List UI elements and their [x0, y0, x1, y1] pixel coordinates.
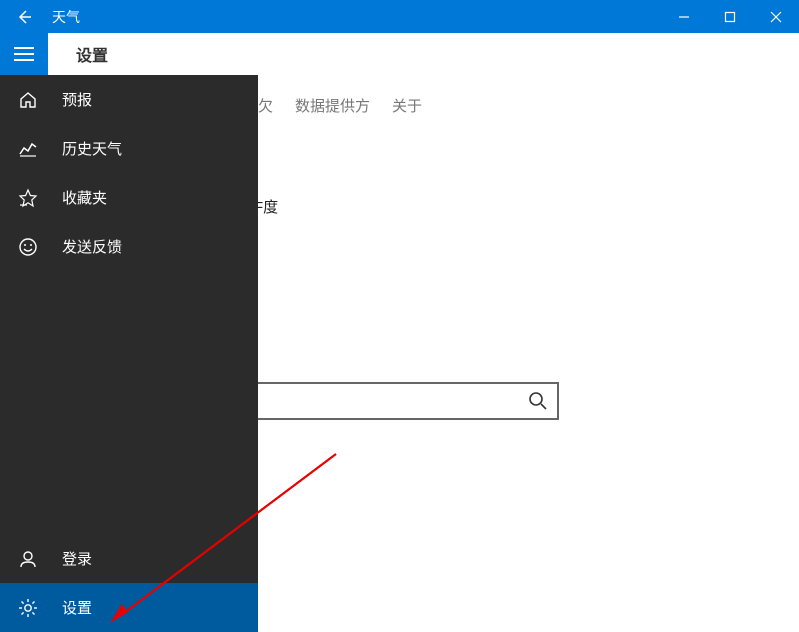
tab-fragment[interactable]: 欠	[258, 93, 273, 118]
sidebar-item-label: 发送反馈	[62, 236, 122, 257]
star-icon	[16, 186, 40, 210]
subheader: 设置	[0, 33, 799, 75]
sidebar-item-label: 设置	[62, 597, 92, 618]
chart-icon	[16, 137, 40, 161]
app-title: 天气	[52, 7, 80, 27]
titlebar: 天气	[0, 0, 799, 33]
page-title: 设置	[76, 42, 108, 66]
sidebar-item-settings[interactable]: 设置	[0, 583, 258, 632]
minimize-button[interactable]	[661, 0, 707, 33]
smile-icon	[16, 235, 40, 259]
tab-provider[interactable]: 数据提供方	[295, 93, 370, 118]
close-button[interactable]	[753, 0, 799, 33]
sidebar-item-forecast[interactable]: 预报	[0, 75, 258, 124]
hamburger-icon	[14, 47, 34, 61]
user-icon	[16, 547, 40, 571]
maximize-icon	[724, 11, 736, 23]
home-icon	[16, 88, 40, 112]
tab-about[interactable]: 关于	[392, 93, 422, 118]
sidebar-item-label: 收藏夹	[62, 187, 107, 208]
sidebar: 预报 历史天气 收藏夹 发送反馈 登录	[0, 75, 258, 632]
content-area: 常规 欠 数据提供方 关于 F度 预报	[0, 75, 799, 632]
sidebar-item-signin[interactable]: 登录	[0, 534, 258, 583]
gear-icon	[16, 596, 40, 620]
back-button[interactable]	[0, 0, 48, 33]
minimize-icon	[678, 11, 690, 23]
search-box[interactable]	[254, 382, 559, 420]
sidebar-item-label: 预报	[62, 89, 92, 110]
close-icon	[770, 11, 782, 23]
sidebar-item-history[interactable]: 历史天气	[0, 124, 258, 173]
sidebar-item-favorites[interactable]: 收藏夹	[0, 173, 258, 222]
sidebar-item-feedback[interactable]: 发送反馈	[0, 222, 258, 271]
hamburger-button[interactable]	[0, 33, 48, 75]
window-controls	[661, 0, 799, 33]
search-input[interactable]	[264, 393, 527, 409]
search-icon	[527, 390, 549, 412]
sidebar-item-label: 历史天气	[62, 138, 122, 159]
arrow-left-icon	[16, 9, 32, 25]
sidebar-item-label: 登录	[62, 548, 92, 569]
sidebar-spacer	[0, 271, 258, 534]
maximize-button[interactable]	[707, 0, 753, 33]
